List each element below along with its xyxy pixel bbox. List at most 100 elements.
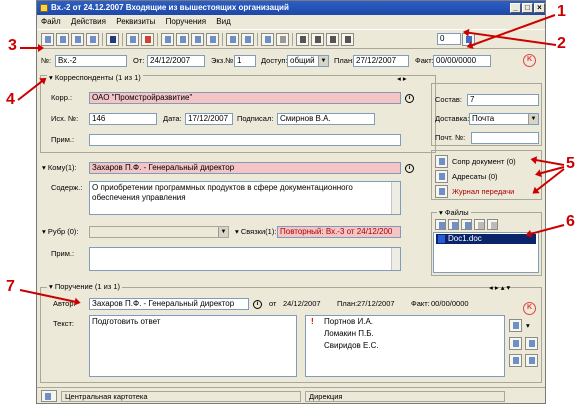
links-label[interactable]: ▾ Связки(1): bbox=[235, 227, 276, 237]
delete-file-icon[interactable] bbox=[474, 219, 485, 230]
post-number-field[interactable] bbox=[471, 132, 539, 144]
cut-icon[interactable] bbox=[276, 33, 289, 46]
menu-view[interactable]: Вид bbox=[216, 17, 230, 26]
file-props-icon[interactable] bbox=[487, 219, 498, 230]
addressees-link[interactable]: Адресаты (0) bbox=[452, 172, 498, 182]
next-record-icon[interactable] bbox=[326, 33, 339, 46]
fact-date-field[interactable]: 00/00/0000 bbox=[433, 55, 491, 67]
prev-record-icon[interactable] bbox=[311, 33, 324, 46]
addressee-note-label: Прим.: bbox=[51, 249, 75, 258]
send-icon[interactable] bbox=[261, 33, 274, 46]
report-executor-icon[interactable] bbox=[525, 337, 538, 350]
content-textarea[interactable]: О приобретении программных продуктов в с… bbox=[89, 181, 401, 215]
scan-icon[interactable] bbox=[226, 33, 239, 46]
links-label-text: Связки(1): bbox=[240, 227, 277, 236]
composition-field[interactable]: 7 bbox=[467, 94, 539, 106]
pdf-icon[interactable] bbox=[141, 33, 154, 46]
close-icon[interactable]: × bbox=[534, 3, 545, 13]
menu-actions[interactable]: Действия bbox=[71, 17, 106, 26]
number-field[interactable]: Вх.-2 bbox=[55, 55, 127, 67]
executor-item[interactable]: Ломакин П.Б. bbox=[324, 329, 374, 339]
copy-number-field[interactable]: 1 bbox=[234, 55, 256, 67]
print-icon[interactable] bbox=[161, 33, 174, 46]
attach-icon[interactable] bbox=[241, 33, 254, 46]
edit-icon[interactable] bbox=[126, 33, 139, 46]
rubric-field[interactable]: ▼ bbox=[89, 226, 229, 238]
chevron-down-icon[interactable]: ▼ bbox=[318, 56, 328, 66]
file-item[interactable]: Doc1.doc bbox=[436, 234, 536, 244]
delivery-select[interactable]: Почта ▼ bbox=[469, 113, 539, 125]
executor-item[interactable]: Свиридов Е.С. bbox=[324, 341, 379, 351]
add-file-icon[interactable] bbox=[435, 219, 446, 230]
menu-requisites[interactable]: Реквизиты bbox=[116, 17, 155, 26]
attachments-link[interactable]: Сопр документ (0) bbox=[452, 157, 516, 167]
rubric-label-text: Рубр (0): bbox=[47, 227, 79, 236]
corr-note-field[interactable] bbox=[89, 134, 401, 146]
out-number-field[interactable]: 146 bbox=[89, 113, 157, 125]
plan-date-field[interactable]: 27/12/2007 bbox=[353, 55, 409, 67]
edit-executor-icon[interactable] bbox=[509, 337, 522, 350]
info-icon[interactable]: i bbox=[253, 300, 262, 309]
to-label[interactable]: ▾ Кому(1): bbox=[42, 163, 77, 173]
chevron-down-icon[interactable]: ▾ bbox=[526, 321, 530, 331]
access-label: Доступ: bbox=[261, 56, 288, 65]
report-icon[interactable] bbox=[206, 33, 219, 46]
assignment-text-value: Подготовить ответ bbox=[92, 317, 161, 326]
access-select[interactable]: общий ▼ bbox=[287, 55, 329, 67]
assignment-nav[interactable]: ◂ ▸ ▴ ▾ bbox=[489, 283, 510, 293]
rubric-label[interactable]: ▾ Рубр (0): bbox=[42, 227, 79, 237]
menu-assignments[interactable]: Поручения bbox=[166, 17, 206, 26]
info-icon[interactable]: i bbox=[405, 164, 414, 173]
delegate-icon[interactable] bbox=[509, 354, 522, 367]
callout-number: 6 bbox=[566, 213, 575, 230]
transfer-log-icon bbox=[435, 185, 448, 198]
executors-list[interactable]: ! Портнов И.А. Ломакин П.Б. Свиридов Е.С… bbox=[305, 315, 505, 377]
author-field[interactable]: Захаров П.Ф. - Генеральный директор bbox=[89, 298, 249, 310]
assignment-title[interactable]: ▾ Поручение (1 из 1) bbox=[47, 282, 123, 292]
signed-field[interactable]: Смирнов В.А. bbox=[277, 113, 375, 125]
callout-number: 5 bbox=[566, 155, 575, 172]
add-executor-icon[interactable] bbox=[509, 319, 522, 332]
transfer-log-link[interactable]: Журнал передачи bbox=[452, 187, 514, 197]
executor-item[interactable]: Портнов И.А. bbox=[324, 317, 373, 327]
addressee-note-textarea[interactable] bbox=[89, 247, 401, 271]
new-copy-icon[interactable] bbox=[56, 33, 69, 46]
export-icon[interactable] bbox=[191, 33, 204, 46]
attachments-icon bbox=[435, 155, 448, 168]
correspondents-title[interactable]: ▾ Корреспонденты (1 из 1) bbox=[47, 73, 143, 83]
menu-file[interactable]: Файл bbox=[41, 17, 61, 26]
assignment-text[interactable]: Подготовить ответ bbox=[89, 315, 297, 377]
scrollbar[interactable] bbox=[391, 248, 400, 270]
info-icon[interactable]: i bbox=[405, 94, 414, 103]
scan-file-icon[interactable] bbox=[448, 219, 459, 230]
addressee-field[interactable]: Захаров П.Ф. - Генеральный директор bbox=[89, 162, 401, 174]
date-field[interactable]: 24/12/2007 bbox=[147, 55, 205, 67]
chevron-down-icon[interactable]: ▼ bbox=[218, 227, 228, 237]
correspondent-field[interactable]: ОАО "Промстройразвитие" bbox=[89, 92, 401, 104]
correspondents-nav[interactable]: ◂ ▸ bbox=[397, 74, 407, 84]
links-field[interactable]: Повторный: Вх.-3 от 24/12/200 bbox=[277, 226, 401, 238]
notify-icon[interactable] bbox=[525, 354, 538, 367]
status-bar: Центральная картотека Дирекция bbox=[37, 387, 545, 403]
toolbar-separator bbox=[157, 33, 158, 46]
save-icon[interactable] bbox=[106, 33, 119, 46]
status-right: Дирекция bbox=[305, 391, 505, 402]
assignment-fact-value: 00/00/0000 bbox=[431, 299, 469, 308]
chevron-down-icon[interactable]: ▼ bbox=[528, 114, 538, 124]
file-list[interactable]: Doc1.doc bbox=[433, 232, 539, 273]
control-icon[interactable]: K bbox=[523, 54, 536, 67]
template-icon[interactable] bbox=[86, 33, 99, 46]
maximize-icon[interactable]: □ bbox=[522, 3, 533, 13]
copy-icon[interactable] bbox=[71, 33, 84, 46]
files-title[interactable]: ▾ Файлы bbox=[437, 208, 471, 218]
first-record-icon[interactable] bbox=[296, 33, 309, 46]
control-icon[interactable]: K bbox=[523, 302, 536, 315]
scrollbar[interactable] bbox=[391, 182, 400, 214]
assignment-from-label: от bbox=[269, 299, 277, 308]
open-file-icon[interactable] bbox=[461, 219, 472, 230]
out-date-field[interactable]: 17/12/2007 bbox=[185, 113, 233, 125]
minimize-icon[interactable]: _ bbox=[510, 3, 521, 13]
preview-icon[interactable] bbox=[176, 33, 189, 46]
cabinet-icon[interactable] bbox=[41, 390, 57, 402]
last-record-icon[interactable] bbox=[341, 33, 354, 46]
